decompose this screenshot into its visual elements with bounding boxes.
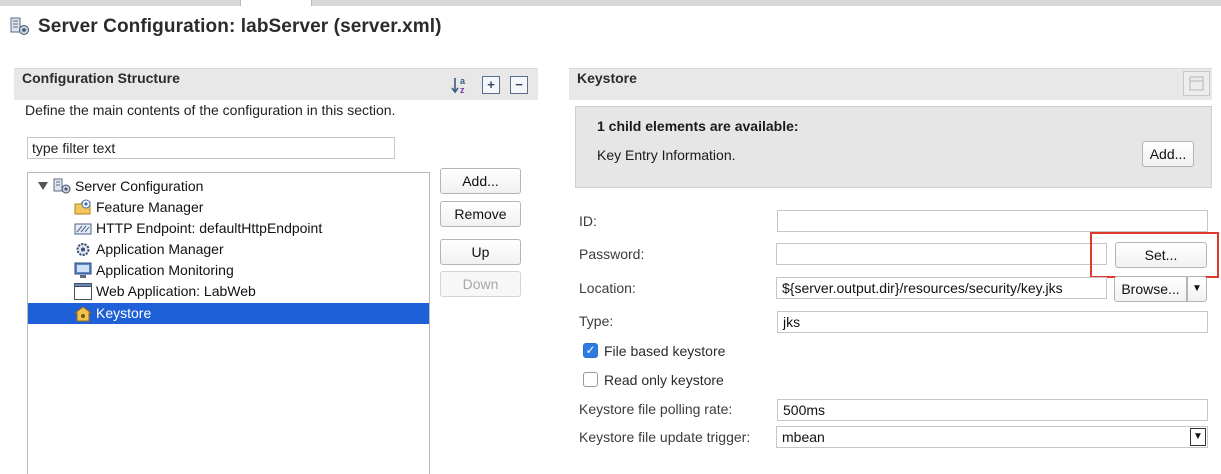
file-based-checkbox[interactable]: ✓ [583,343,598,358]
password-label: Password: [579,246,645,262]
tree-item-label: HTTP Endpoint: defaultHttpEndpoint [96,220,323,236]
browse-button[interactable]: Browse... [1114,276,1187,302]
read-only-checkbox[interactable] [583,372,598,387]
header-action-icon[interactable] [1183,71,1210,96]
remove-button[interactable]: Remove [440,201,521,227]
add-child-button[interactable]: Add... [1142,141,1194,167]
tree-item-label: Keystore [96,305,152,321]
child-element-item: Key Entry Information. [597,147,736,163]
keystore-header [569,68,1212,100]
tree-item-label: Feature Manager [96,199,204,215]
keystore-title: Keystore [577,70,637,86]
type-field[interactable]: jks [777,311,1208,333]
dropdown-arrow-icon[interactable]: ▼ [1190,428,1206,446]
id-label: ID: [579,213,597,229]
sort-alpha-icon[interactable]: a z [451,75,471,95]
tree-item-application-manager[interactable]: Application Manager [28,239,429,260]
tree-item-label: Application Monitoring [96,262,234,278]
up-button[interactable]: Up [440,239,521,265]
feature-manager-icon [74,199,92,216]
highlight-box [1090,232,1219,278]
browse-dropdown-icon[interactable]: ▼ [1187,276,1207,302]
tree-item-http-endpoint[interactable]: HTTP Endpoint: defaultHttpEndpoint [28,218,429,239]
keystore-icon [73,305,93,322]
tree-item-server-configuration[interactable]: Server Configuration [28,176,429,197]
configuration-structure-title: Configuration Structure [22,70,180,86]
polling-rate-label: Keystore file polling rate: [579,401,733,417]
tree-item-label: Web Application: LabWeb [96,283,256,299]
filter-input[interactable] [27,137,395,159]
server-config-icon [10,17,30,37]
down-button[interactable]: Down [440,271,521,297]
update-trigger-label: Keystore file update trigger: [579,429,751,445]
server-config-icon [53,178,71,195]
add-button[interactable]: Add... [440,168,521,194]
section-description: Define the main contents of the configur… [25,102,396,118]
tree-item-feature-manager[interactable]: Feature Manager [28,197,429,218]
tree-item-label: Application Manager [96,241,224,257]
svg-text:z: z [460,85,465,95]
expand-triangle-icon[interactable] [38,182,48,190]
tree-item-label: Server Configuration [75,178,204,194]
location-label: Location: [579,280,636,296]
application-monitoring-icon [74,262,92,279]
tree-item-application-monitoring[interactable]: Application Monitoring [28,260,429,281]
active-editor-tab[interactable] [240,0,312,6]
web-application-icon [74,283,92,300]
password-field[interactable] [776,243,1107,265]
file-based-label: File based keystore [604,343,726,359]
update-trigger-value: mbean [782,429,825,445]
read-only-label: Read only keystore [604,372,724,388]
location-field[interactable]: ${server.output.dir}/resources/security/… [776,277,1107,299]
editor-title: Server Configuration: labServer (server.… [38,16,442,37]
update-trigger-select[interactable]: mbean [776,426,1208,448]
editor-tab-strip [0,0,1221,6]
expand-all-icon[interactable]: + [482,76,500,94]
tree-item-keystore[interactable]: Keystore [28,303,429,324]
type-label: Type: [579,313,614,329]
http-endpoint-icon [74,220,92,237]
child-elements-title: 1 child elements are available: [597,118,799,134]
configuration-tree[interactable]: Server Configuration Feature Manager HTT… [27,172,430,474]
id-field[interactable] [777,210,1208,232]
polling-rate-field[interactable]: 500ms [777,399,1208,421]
collapse-all-icon[interactable]: − [510,76,528,94]
application-manager-icon [74,241,92,258]
tree-item-web-application[interactable]: Web Application: LabWeb [28,281,429,302]
